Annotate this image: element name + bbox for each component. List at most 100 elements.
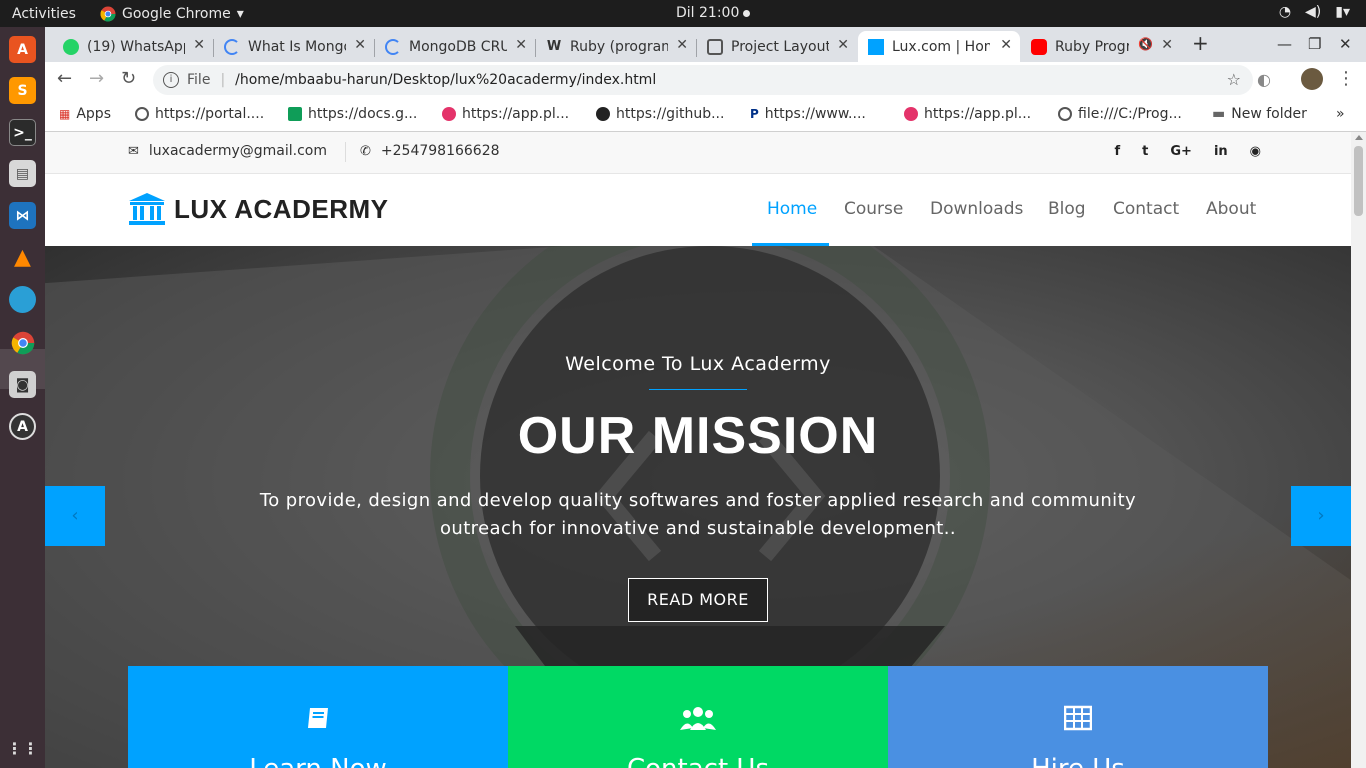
scrollbar-thumb[interactable] <box>1354 146 1363 216</box>
browser-icon[interactable] <box>9 286 36 313</box>
tab-lux-home[interactable]: Lux.com | Home ✕ <box>858 31 1020 62</box>
tab-ruby-wiki[interactable]: W Ruby (programming ✕ <box>536 31 696 62</box>
whatsapp-icon <box>63 38 79 55</box>
more-bookmarks-button[interactable]: » <box>1336 106 1345 122</box>
close-icon[interactable]: ✕ <box>1000 37 1012 53</box>
activities-button[interactable]: Activities <box>0 6 100 22</box>
info-icon[interactable]: i <box>163 72 179 88</box>
close-icon[interactable]: ✕ <box>837 37 849 53</box>
contact-phone[interactable]: ✆ +254798166628 <box>360 143 500 159</box>
globe-icon <box>135 107 149 121</box>
close-window-button[interactable]: ✕ <box>1339 35 1352 53</box>
close-icon[interactable]: ✕ <box>354 37 366 53</box>
new-tab-button[interactable]: + <box>1192 31 1209 55</box>
feature-learn-now[interactable]: Learn Now <box>128 666 508 768</box>
show-apps-icon[interactable]: ⋮⋮ <box>7 735 39 762</box>
tab-project-layout[interactable]: Project Layout ✕ <box>697 31 857 62</box>
tab-ruby-youtube[interactable]: Ruby Programming 🔇 ✕ <box>1021 31 1181 62</box>
avatar[interactable] <box>1301 68 1323 90</box>
users-icon <box>680 707 716 730</box>
back-button[interactable]: ← <box>57 68 72 89</box>
pluralsight-icon <box>442 107 456 121</box>
bookmark-app-pl-1[interactable]: https://app.pl... <box>442 106 569 122</box>
site-logo[interactable]: LUX ACADERMY <box>128 192 388 226</box>
bookmark-apps[interactable]: ▦ Apps <box>59 106 111 122</box>
twitter-icon[interactable]: t <box>1142 144 1148 159</box>
bookmark-label: file:///C:/Prog... <box>1078 106 1182 122</box>
clock[interactable]: Dil 21:00 <box>676 5 751 21</box>
terminal-icon[interactable]: >_ <box>9 119 36 146</box>
loading-icon <box>224 38 240 55</box>
feature-contact-us[interactable]: Contact Us <box>508 666 888 768</box>
carousel-prev-button[interactable]: ‹ <box>45 486 105 546</box>
muted-icon[interactable]: 🔇 <box>1138 37 1153 51</box>
scheme-label: File <box>187 72 211 88</box>
tab-title: MongoDB CRUD <box>409 38 507 55</box>
app-menu[interactable]: Google Chrome ▾ <box>100 6 244 22</box>
bookmark-docs[interactable]: https://docs.g... <box>288 106 417 122</box>
tab-title: What Is MongoDB <box>248 38 346 55</box>
sublime-text-icon[interactable]: S <box>9 77 36 104</box>
feature-label: Contact Us <box>508 754 888 768</box>
close-icon[interactable]: ✕ <box>515 37 527 53</box>
contact-email[interactable]: ✉ luxacadermy@gmail.com <box>128 143 327 159</box>
menu-icon[interactable]: ⋮ <box>1337 68 1355 89</box>
close-icon[interactable]: ✕ <box>1161 37 1173 53</box>
extension-icon[interactable]: ◐ <box>1257 70 1271 89</box>
files-icon[interactable]: ▤ <box>9 160 36 187</box>
tab-whatsapp[interactable]: (19) WhatsApp ✕ <box>53 31 213 62</box>
address-bar[interactable]: i File | /home/mbaabu-harun/Desktop/lux%… <box>153 65 1253 95</box>
wikipedia-icon: W <box>546 38 562 54</box>
bookmark-file[interactable]: file:///C:/Prog... <box>1058 106 1182 122</box>
feature-label: Learn Now <box>128 754 508 768</box>
globe-icon <box>1058 107 1072 121</box>
camera-icon[interactable]: ◙ <box>9 371 36 398</box>
bookmarks-bar: ▦ Apps https://portal.... https://docs.g.… <box>45 98 1366 132</box>
scroll-up-icon[interactable] <box>1355 135 1363 140</box>
maximize-button[interactable]: ❐ <box>1308 35 1321 53</box>
browser-window: (19) WhatsApp ✕ What Is MongoDB ✕ MongoD… <box>45 27 1366 132</box>
vlc-icon[interactable]: ▲ <box>9 244 36 271</box>
updater-icon[interactable]: A <box>9 413 36 440</box>
tab-mongodb-crud[interactable]: MongoDB CRUD ✕ <box>375 31 535 62</box>
nav-downloads[interactable]: Downloads <box>930 199 1023 219</box>
sheets-icon <box>288 107 302 121</box>
chrome-dock-icon[interactable] <box>9 329 36 356</box>
site-navbar: LUX ACADERMY Home Course Downloads Blog … <box>45 174 1351 246</box>
carousel-next-button[interactable]: › <box>1291 486 1351 546</box>
bookmark-label: https://github... <box>616 106 725 122</box>
bookmark-app-pl-2[interactable]: https://app.pl... <box>904 106 1031 122</box>
dock: A S >_ ▤ ⋈ ▲ ◙ A ⋮⋮ <box>0 27 45 768</box>
bookmark-portal[interactable]: https://portal.... <box>135 106 264 122</box>
feature-hire-us[interactable]: Hire Us <box>888 666 1268 768</box>
google-plus-icon[interactable]: G+ <box>1170 144 1192 159</box>
reload-button[interactable]: ↻ <box>121 68 136 89</box>
phone-text: +254798166628 <box>380 143 500 159</box>
software-center-icon[interactable]: A <box>9 36 36 63</box>
forward-button[interactable]: → <box>89 68 104 89</box>
nav-contact[interactable]: Contact <box>1113 199 1179 219</box>
url-text[interactable]: /home/mbaabu-harun/Desktop/lux%20acaderm… <box>235 72 656 88</box>
bookmark-new-folder[interactable]: ▬ New folder <box>1212 106 1307 122</box>
linkedin-icon[interactable]: in <box>1214 144 1228 159</box>
page-scrollbar[interactable] <box>1351 132 1366 768</box>
star-icon[interactable]: ☆ <box>1227 70 1241 89</box>
bookmark-www[interactable]: Phttps://www.... <box>750 106 866 122</box>
nav-home[interactable]: Home <box>767 199 817 219</box>
read-more-button[interactable]: READ MORE <box>628 578 768 622</box>
divider: | <box>220 72 226 88</box>
system-tray[interactable]: ◔ ◀) ▮▾ <box>1279 4 1350 20</box>
bookmark-github[interactable]: https://github... <box>596 106 724 122</box>
facebook-icon[interactable]: f <box>1114 144 1120 159</box>
nav-blog[interactable]: Blog <box>1048 199 1086 219</box>
vscode-icon[interactable]: ⋈ <box>9 202 36 229</box>
tab-mongodb[interactable]: What Is MongoDB ✕ <box>214 31 374 62</box>
close-icon[interactable]: ✕ <box>193 37 205 53</box>
wifi-icon: ◔ <box>1278 4 1292 20</box>
close-icon[interactable]: ✕ <box>676 37 688 53</box>
minimize-button[interactable]: — <box>1277 35 1292 53</box>
tab-title: Ruby (programming <box>570 38 668 55</box>
github-icon[interactable]: ◉ <box>1250 144 1261 159</box>
nav-course[interactable]: Course <box>844 199 903 219</box>
nav-about[interactable]: About <box>1206 199 1256 219</box>
